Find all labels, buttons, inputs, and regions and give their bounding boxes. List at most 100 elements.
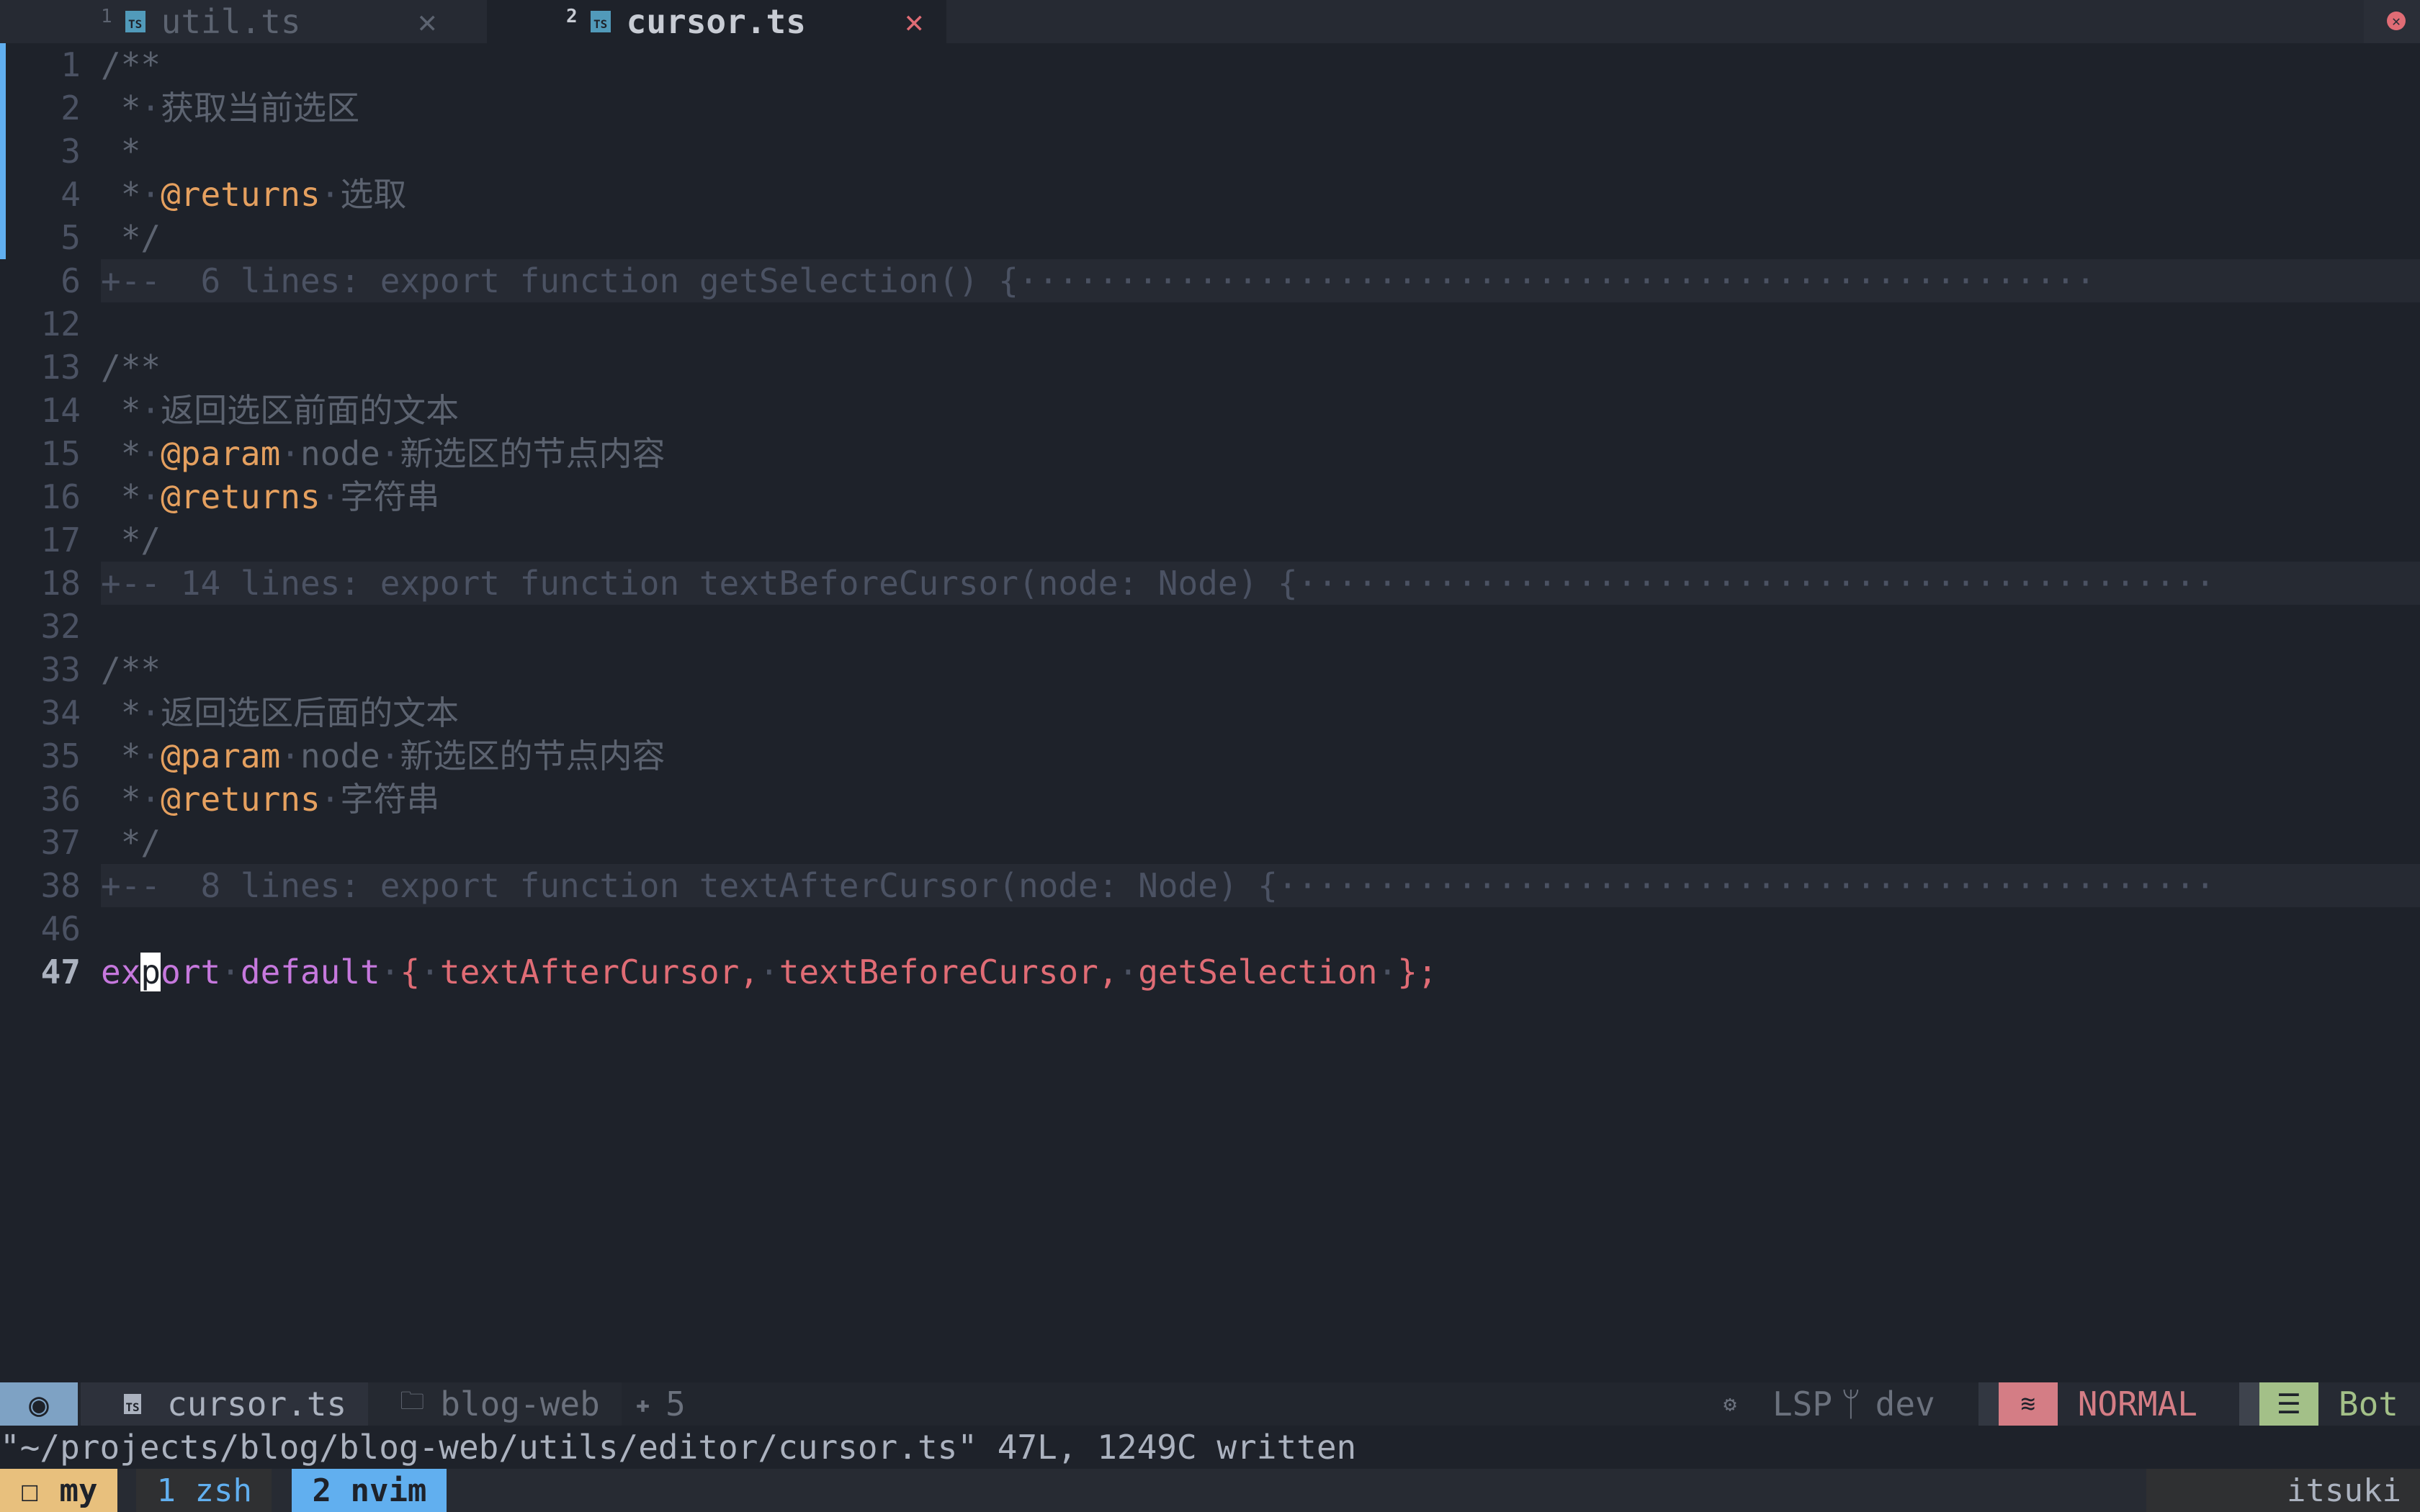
line-number: 6	[60, 261, 81, 300]
code-line[interactable]: 3 *	[0, 130, 2420, 173]
typescript-file-icon: TS	[124, 1394, 141, 1414]
code-token: ·	[140, 477, 161, 516]
diagnostic-count-value: 5	[666, 1385, 686, 1423]
command-line-message: "~/projects/blog/blog-web/utils/editor/c…	[0, 1428, 1357, 1467]
statusline: ◉ TS cursor.ts 🗀 blog-web ✚ 5 ⚙ LSP ᛘ de…	[0, 1382, 2420, 1426]
code-line[interactable]: 33 /**	[0, 648, 2420, 691]
code-line[interactable]: 1 /**	[0, 43, 2420, 86]
code-token: ·	[140, 693, 161, 732]
editor-buffer[interactable]: 1/** 2 *·获取当前选区 3 * 4 *·@returns·选取 5 */6 +--…	[0, 43, 2420, 994]
folded-region[interactable]: 6 +-- 6 lines: export function getSelecti…	[0, 259, 2420, 302]
code-token: ·	[1118, 953, 1139, 991]
line-number: 13	[40, 348, 81, 387]
code-token: ·	[1377, 953, 1398, 991]
line-number: 35	[40, 737, 81, 775]
line-number: 32	[40, 607, 81, 646]
line-content: *·获取当前选区	[81, 86, 2420, 130]
line-number: 14	[40, 391, 81, 430]
line-content: *·@param·node·新选区的节点内容	[81, 432, 2420, 475]
code-token: 返回选区前面的文本	[161, 391, 460, 430]
tab-cursor-ts[interactable]: 2 TS cursor.ts ✕	[487, 0, 946, 43]
statusline-file[interactable]: TS cursor.ts	[81, 1382, 369, 1426]
code-line[interactable]: 12	[0, 302, 2420, 346]
code-token: /**	[101, 45, 161, 84]
scroll-position: Bot	[2318, 1382, 2420, 1426]
tab-util-ts[interactable]: 1 TS util.ts ✕	[101, 0, 483, 43]
code-token: ort	[161, 953, 221, 991]
line-content: *	[81, 130, 2420, 173]
code-token: ·	[380, 953, 400, 991]
line-content	[81, 907, 2420, 950]
line-number: 2	[60, 89, 81, 127]
code-line[interactable]: 32	[0, 605, 2420, 648]
code-token: /**	[101, 650, 161, 689]
statusline-directory: 🗀 blog-web	[368, 1382, 622, 1426]
code-token: @returns	[161, 780, 321, 819]
code-token: ·	[320, 175, 341, 214]
code-line[interactable]: 2 *·获取当前选区	[0, 86, 2420, 130]
code-line[interactable]: 15 *·@param·node·新选区的节点内容	[0, 432, 2420, 475]
line-content: +-- 14 lines: export function textBefore…	[101, 562, 2420, 605]
line-number: 5	[60, 218, 81, 257]
code-line[interactable]: 47 export·default·{·textAfterCursor,·text…	[0, 950, 2420, 994]
git-branch: dev	[1875, 1385, 1935, 1423]
code-line[interactable]: 5 */	[0, 216, 2420, 259]
code-token: *	[101, 175, 141, 214]
code-line[interactable]: 36 *·@returns·字符串	[0, 778, 2420, 821]
code-token: ex	[101, 953, 141, 991]
folded-region[interactable]: 38 +-- 8 lines: export function textAfter…	[0, 864, 2420, 907]
code-line[interactable]: 17 */	[0, 518, 2420, 562]
diagnostics-count[interactable]: ✚ 5	[622, 1382, 686, 1426]
tab-label: cursor.ts	[626, 2, 806, 41]
code-token: *	[101, 477, 141, 516]
code-token: *	[101, 780, 141, 819]
code-token: ·	[220, 953, 241, 991]
code-token: ·	[320, 780, 341, 819]
code-token: /**	[101, 348, 161, 387]
code-line[interactable]: 37 */	[0, 821, 2420, 864]
line-number: 17	[40, 521, 81, 559]
tmux-window-zsh[interactable]: 1 zsh	[136, 1469, 272, 1512]
code-token: ·	[140, 780, 161, 819]
code-token: */	[101, 218, 161, 257]
lsp-status: ⚙ LSP ᛘ dev	[1724, 1382, 1978, 1426]
tmux-window-nvim[interactable]: 2 nvim	[292, 1469, 447, 1512]
vim-mode: NORMAL	[2057, 1382, 2239, 1426]
line-content: *·返回选区后面的文本	[81, 691, 2420, 734]
lsp-label: LSP	[1772, 1385, 1833, 1423]
code-token: 新选区的节点内容	[400, 434, 666, 473]
mode-icon: ≋	[1998, 1382, 2058, 1426]
code-line[interactable]: 35 *·@param·node·新选区的节点内容	[0, 734, 2420, 778]
code-token: 字符串	[340, 780, 440, 819]
tab-number: 1	[101, 6, 112, 27]
tab-label: util.ts	[161, 2, 301, 41]
line-content: export·default·{·textAfterCursor,·textBe…	[81, 950, 2420, 994]
code-token: */	[101, 521, 161, 559]
code-line[interactable]: 13 /**	[0, 346, 2420, 389]
code-line[interactable]: 14 *·返回选区前面的文本	[0, 389, 2420, 432]
line-content: *·@returns·字符串	[81, 778, 2420, 821]
code-token: ·	[758, 953, 779, 991]
line-number: 4	[60, 175, 81, 214]
session-icon: ☐	[20, 1472, 40, 1509]
code-line[interactable]: 4 *·@returns·选取	[0, 173, 2420, 216]
line-content: *·@returns·选取	[81, 173, 2420, 216]
folded-region[interactable]: 18 +-- 14 lines: export function textBefo…	[0, 562, 2420, 605]
code-line[interactable]: 34 *·返回选区后面的文本	[0, 691, 2420, 734]
code-token: textAfterCursor,	[439, 953, 759, 991]
position-icon: ☰	[2259, 1382, 2318, 1426]
code-token: */	[101, 823, 161, 862]
line-number: 12	[40, 305, 81, 343]
close-icon[interactable]: ✕	[418, 4, 437, 40]
close-icon[interactable]: ✕	[905, 4, 924, 40]
code-token: ·	[140, 434, 161, 473]
code-line[interactable]: 46	[0, 907, 2420, 950]
tmux-session: ☐ my	[0, 1469, 118, 1512]
code-token: ·	[140, 737, 161, 775]
close-all-button[interactable]: ✕	[2364, 0, 2420, 43]
code-token: ·	[140, 175, 161, 214]
tmux-statusbar: ☐ my 1 zsh 2 nvim itsuki	[0, 1469, 2420, 1512]
line-number: 38	[40, 866, 81, 905]
code-line[interactable]: 16 *·@returns·字符串	[0, 475, 2420, 518]
code-token: *	[101, 132, 141, 171]
